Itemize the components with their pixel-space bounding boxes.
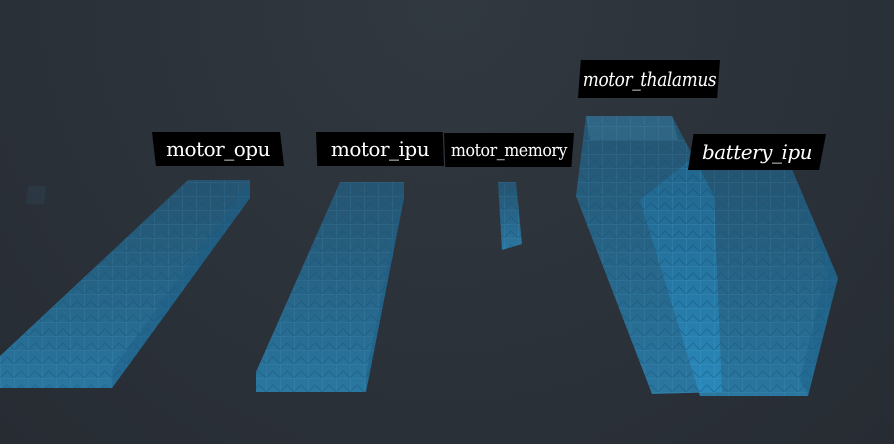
region-label-motor-ipu[interactable]: motor_ipu xyxy=(316,132,444,166)
voxel-region-motor-ipu[interactable] xyxy=(256,182,404,392)
region-label-text: motor_thalamus xyxy=(582,67,716,91)
region-label-motor-opu[interactable]: motor_opu xyxy=(152,132,284,166)
voxel-scene[interactable] xyxy=(0,0,894,444)
3d-viewport[interactable]: motor_opu motor_ipu motor_memory motor_t… xyxy=(0,0,894,444)
region-label-motor-memory[interactable]: motor_memory xyxy=(444,133,574,167)
region-label-text: battery_ipu xyxy=(701,140,813,164)
region-label-text: motor_memory xyxy=(450,139,568,161)
region-label-battery-ipu[interactable]: battery_ipu xyxy=(688,134,826,170)
region-label-text: motor_ipu xyxy=(330,137,430,161)
voxel-region-motor-opu[interactable] xyxy=(0,180,250,388)
ghost-voxel-cluster xyxy=(26,186,46,204)
region-label-motor-thalamus[interactable]: motor_thalamus xyxy=(578,60,720,98)
voxel-region-motor-memory[interactable] xyxy=(498,182,522,250)
region-label-text: motor_opu xyxy=(166,137,270,161)
